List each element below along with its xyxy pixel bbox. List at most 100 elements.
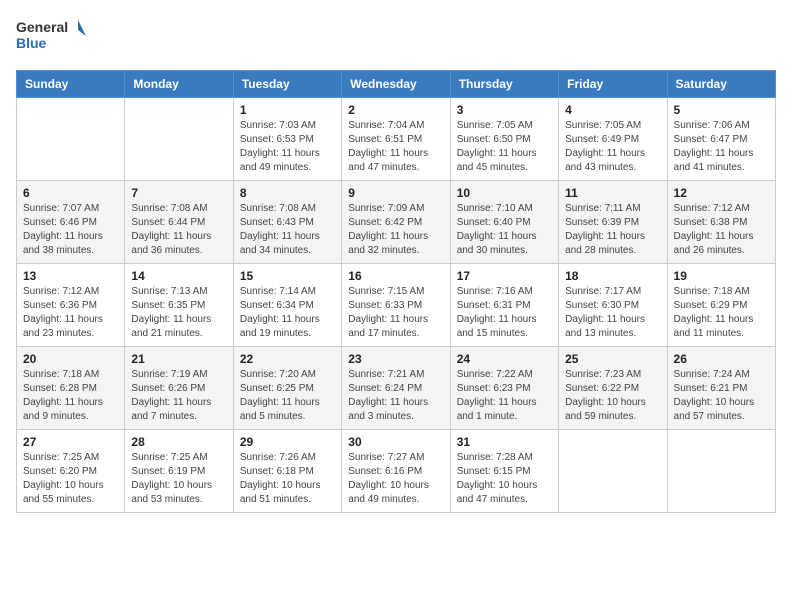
day-info: Sunrise: 7:08 AM Sunset: 6:43 PM Dayligh…	[240, 202, 335, 258]
calendar-cell: 23 Sunrise: 7:21 AM Sunset: 6:24 PM Dayli…	[342, 347, 450, 430]
svg-text:Blue: Blue	[16, 35, 47, 51]
day-number: 22	[240, 352, 335, 366]
dow-header-saturday: Saturday	[667, 71, 775, 98]
day-info: Sunrise: 7:05 AM Sunset: 6:50 PM Dayligh…	[457, 119, 552, 175]
day-number: 12	[674, 186, 769, 200]
day-number: 23	[348, 352, 443, 366]
day-info: Sunrise: 7:06 AM Sunset: 6:47 PM Dayligh…	[674, 119, 769, 175]
day-number: 19	[674, 269, 769, 283]
logo: General Blue	[16, 16, 86, 60]
day-number: 13	[23, 269, 118, 283]
calendar-cell: 6 Sunrise: 7:07 AM Sunset: 6:46 PM Daylig…	[17, 181, 125, 264]
calendar-cell: 29 Sunrise: 7:26 AM Sunset: 6:18 PM Dayli…	[233, 430, 341, 513]
day-number: 29	[240, 435, 335, 449]
day-number: 15	[240, 269, 335, 283]
day-number: 31	[457, 435, 552, 449]
dow-header-tuesday: Tuesday	[233, 71, 341, 98]
day-number: 14	[131, 269, 226, 283]
day-number: 21	[131, 352, 226, 366]
day-info: Sunrise: 7:12 AM Sunset: 6:38 PM Dayligh…	[674, 202, 769, 258]
calendar-cell	[125, 98, 233, 181]
day-number: 5	[674, 103, 769, 117]
day-info: Sunrise: 7:13 AM Sunset: 6:35 PM Dayligh…	[131, 285, 226, 341]
calendar-cell: 25 Sunrise: 7:23 AM Sunset: 6:22 PM Dayli…	[559, 347, 667, 430]
day-number: 9	[348, 186, 443, 200]
day-number: 18	[565, 269, 660, 283]
calendar-cell	[17, 98, 125, 181]
day-number: 28	[131, 435, 226, 449]
day-number: 2	[348, 103, 443, 117]
calendar-cell: 22 Sunrise: 7:20 AM Sunset: 6:25 PM Dayli…	[233, 347, 341, 430]
day-info: Sunrise: 7:20 AM Sunset: 6:25 PM Dayligh…	[240, 368, 335, 424]
day-number: 17	[457, 269, 552, 283]
calendar-cell: 18Sunrise: 7:17 AM Sunset: 6:30 PM Dayli…	[559, 264, 667, 347]
calendar-cell: 30 Sunrise: 7:27 AM Sunset: 6:16 PM Dayli…	[342, 430, 450, 513]
calendar-cell: 27 Sunrise: 7:25 AM Sunset: 6:20 PM Dayli…	[17, 430, 125, 513]
calendar-cell: 9Sunrise: 7:09 AM Sunset: 6:42 PM Daylig…	[342, 181, 450, 264]
calendar-week-3: 13 Sunrise: 7:12 AM Sunset: 6:36 PM Dayli…	[17, 264, 776, 347]
calendar-cell: 1Sunrise: 7:03 AM Sunset: 6:53 PM Daylig…	[233, 98, 341, 181]
day-number: 4	[565, 103, 660, 117]
calendar-cell: 7 Sunrise: 7:08 AM Sunset: 6:44 PM Daylig…	[125, 181, 233, 264]
calendar-cell	[667, 430, 775, 513]
day-number: 16	[348, 269, 443, 283]
day-info: Sunrise: 7:28 AM Sunset: 6:15 PM Dayligh…	[457, 451, 552, 507]
day-of-week-header: SundayMondayTuesdayWednesdayThursdayFrid…	[17, 71, 776, 98]
day-info: Sunrise: 7:18 AM Sunset: 6:29 PM Dayligh…	[674, 285, 769, 341]
day-info: Sunrise: 7:21 AM Sunset: 6:24 PM Dayligh…	[348, 368, 443, 424]
day-info: Sunrise: 7:12 AM Sunset: 6:36 PM Dayligh…	[23, 285, 118, 341]
calendar-cell: 19 Sunrise: 7:18 AM Sunset: 6:29 PM Dayli…	[667, 264, 775, 347]
day-number: 30	[348, 435, 443, 449]
day-info: Sunrise: 7:15 AM Sunset: 6:33 PM Dayligh…	[348, 285, 443, 341]
day-number: 1	[240, 103, 335, 117]
calendar-cell: 12 Sunrise: 7:12 AM Sunset: 6:38 PM Dayli…	[667, 181, 775, 264]
day-info: Sunrise: 7:26 AM Sunset: 6:18 PM Dayligh…	[240, 451, 335, 507]
dow-header-wednesday: Wednesday	[342, 71, 450, 98]
day-number: 6	[23, 186, 118, 200]
calendar-cell: 5 Sunrise: 7:06 AM Sunset: 6:47 PM Daylig…	[667, 98, 775, 181]
day-number: 3	[457, 103, 552, 117]
day-info: Sunrise: 7:25 AM Sunset: 6:20 PM Dayligh…	[23, 451, 118, 507]
calendar-table: SundayMondayTuesdayWednesdayThursdayFrid…	[16, 70, 776, 513]
calendar-cell: 10Sunrise: 7:10 AM Sunset: 6:40 PM Dayli…	[450, 181, 558, 264]
calendar-cell: 17 Sunrise: 7:16 AM Sunset: 6:31 PM Dayli…	[450, 264, 558, 347]
svg-text:General: General	[16, 19, 68, 35]
calendar-week-2: 6 Sunrise: 7:07 AM Sunset: 6:46 PM Daylig…	[17, 181, 776, 264]
day-info: Sunrise: 7:24 AM Sunset: 6:21 PM Dayligh…	[674, 368, 769, 424]
day-number: 11	[565, 186, 660, 200]
calendar-cell: 4 Sunrise: 7:05 AM Sunset: 6:49 PM Daylig…	[559, 98, 667, 181]
dow-header-thursday: Thursday	[450, 71, 558, 98]
calendar-cell: 3 Sunrise: 7:05 AM Sunset: 6:50 PM Daylig…	[450, 98, 558, 181]
day-number: 8	[240, 186, 335, 200]
calendar-cell: 24 Sunrise: 7:22 AM Sunset: 6:23 PM Dayli…	[450, 347, 558, 430]
dow-header-monday: Monday	[125, 71, 233, 98]
day-info: Sunrise: 7:23 AM Sunset: 6:22 PM Dayligh…	[565, 368, 660, 424]
day-number: 7	[131, 186, 226, 200]
calendar-cell: 13 Sunrise: 7:12 AM Sunset: 6:36 PM Dayli…	[17, 264, 125, 347]
day-info: Sunrise: 7:04 AM Sunset: 6:51 PM Dayligh…	[348, 119, 443, 175]
day-info: Sunrise: 7:19 AM Sunset: 6:26 PM Dayligh…	[131, 368, 226, 424]
calendar-cell: 14 Sunrise: 7:13 AM Sunset: 6:35 PM Dayli…	[125, 264, 233, 347]
page-header: General Blue	[16, 16, 776, 60]
day-info: Sunrise: 7:27 AM Sunset: 6:16 PM Dayligh…	[348, 451, 443, 507]
day-number: 24	[457, 352, 552, 366]
dow-header-sunday: Sunday	[17, 71, 125, 98]
day-info: Sunrise: 7:25 AM Sunset: 6:19 PM Dayligh…	[131, 451, 226, 507]
day-number: 26	[674, 352, 769, 366]
day-info: Sunrise: 7:11 AM Sunset: 6:39 PM Dayligh…	[565, 202, 660, 258]
day-info: Sunrise: 7:07 AM Sunset: 6:46 PM Dayligh…	[23, 202, 118, 258]
day-info: Sunrise: 7:08 AM Sunset: 6:44 PM Dayligh…	[131, 202, 226, 258]
calendar-cell: 16 Sunrise: 7:15 AM Sunset: 6:33 PM Dayli…	[342, 264, 450, 347]
day-info: Sunrise: 7:05 AM Sunset: 6:49 PM Dayligh…	[565, 119, 660, 175]
day-info: Sunrise: 7:16 AM Sunset: 6:31 PM Dayligh…	[457, 285, 552, 341]
calendar-cell: 26 Sunrise: 7:24 AM Sunset: 6:21 PM Dayli…	[667, 347, 775, 430]
calendar-body: 1Sunrise: 7:03 AM Sunset: 6:53 PM Daylig…	[17, 98, 776, 513]
calendar-cell: 31 Sunrise: 7:28 AM Sunset: 6:15 PM Dayli…	[450, 430, 558, 513]
dow-header-friday: Friday	[559, 71, 667, 98]
calendar-cell: 28 Sunrise: 7:25 AM Sunset: 6:19 PM Dayli…	[125, 430, 233, 513]
calendar-cell: 8 Sunrise: 7:08 AM Sunset: 6:43 PM Daylig…	[233, 181, 341, 264]
day-number: 25	[565, 352, 660, 366]
day-number: 27	[23, 435, 118, 449]
calendar-week-5: 27 Sunrise: 7:25 AM Sunset: 6:20 PM Dayli…	[17, 430, 776, 513]
day-info: Sunrise: 7:22 AM Sunset: 6:23 PM Dayligh…	[457, 368, 552, 424]
